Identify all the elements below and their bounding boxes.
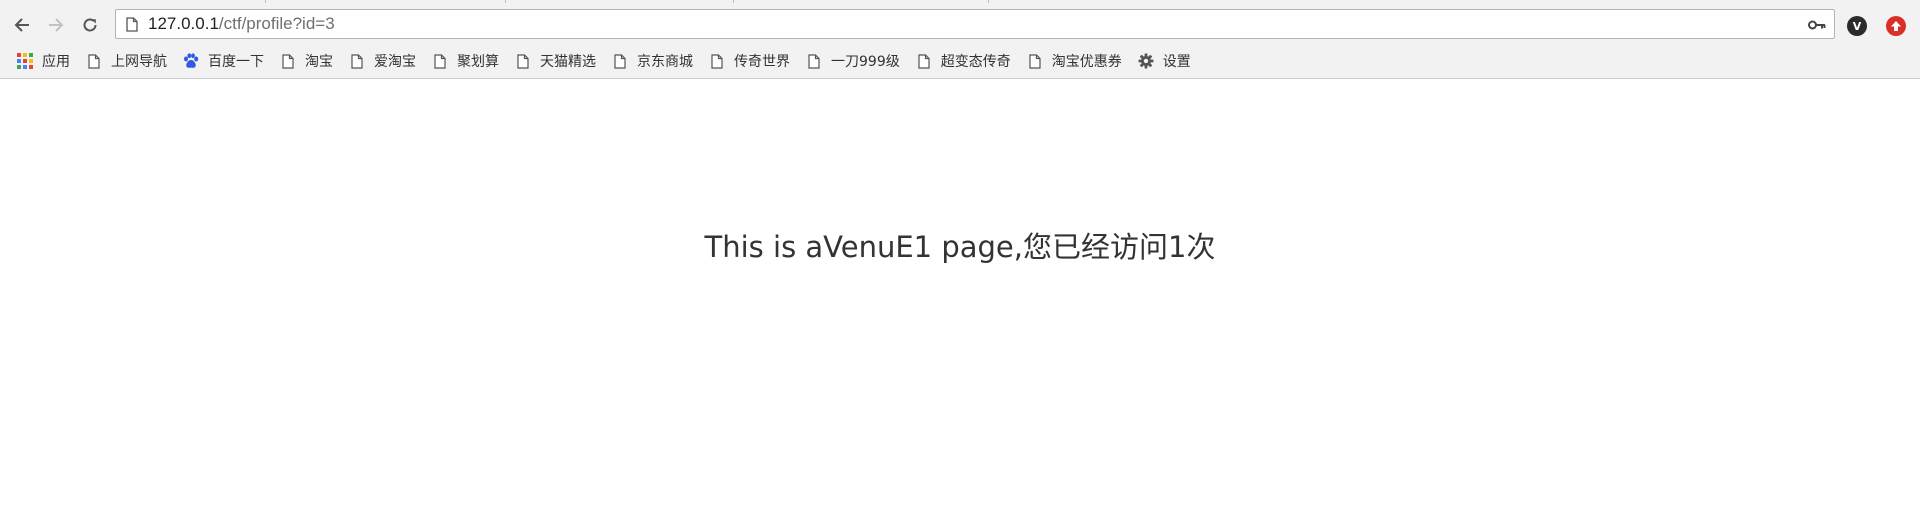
- bookmark-item[interactable]: 聚划算: [427, 48, 507, 74]
- key-icon[interactable]: [1808, 17, 1826, 36]
- browser-toolbar: 127.0.0.1/ctf/profile?id=3 V: [0, 6, 1920, 44]
- tab-separator: [988, 0, 989, 3]
- bookmark-item[interactable]: 一刀999级: [801, 48, 908, 74]
- bookmark-apps[interactable]: 应用: [12, 48, 78, 74]
- page-icon: [1026, 52, 1044, 70]
- url-text: 127.0.0.1/ctf/profile?id=3: [148, 14, 335, 34]
- baidu-paw-icon: [182, 52, 200, 70]
- red-extension-icon[interactable]: [1886, 16, 1906, 36]
- forward-button[interactable]: [40, 9, 72, 41]
- bookmark-label: 设置: [1162, 54, 1191, 70]
- bookmark-label: 爱淘宝: [374, 54, 416, 70]
- arrow-up-icon: [1891, 21, 1901, 31]
- reload-icon: [83, 18, 97, 32]
- page-heading: This is aVenuE1 page,您已经访问1次: [704, 230, 1216, 264]
- reload-button[interactable]: [74, 9, 106, 41]
- tab-separator: [733, 0, 734, 3]
- bookmark-label: 聚划算: [457, 54, 499, 70]
- bookmarks-bar: 应用 上网导航 百度一下 淘宝 爱淘宝 聚划算 天猫精选 京东商城 传奇世界 一…: [0, 44, 1920, 79]
- page-content: This is aVenuE1 page,您已经访问1次: [0, 80, 1920, 531]
- page-icon: [348, 52, 366, 70]
- apps-grid-icon: [16, 52, 34, 70]
- bookmark-label: 京东商城: [637, 54, 693, 70]
- page-icon: [805, 52, 823, 70]
- back-button[interactable]: [6, 9, 38, 41]
- back-arrow-icon: [14, 18, 29, 32]
- forward-arrow-icon: [49, 18, 64, 32]
- page-icon: [708, 52, 726, 70]
- address-bar[interactable]: 127.0.0.1/ctf/profile?id=3: [115, 9, 1835, 39]
- tab-separator: [265, 0, 266, 3]
- bookmark-label: 淘宝: [305, 54, 333, 70]
- bookmark-label: 天猫精选: [540, 54, 596, 70]
- page-icon: [514, 52, 532, 70]
- gear-icon: [1137, 52, 1155, 70]
- page-icon: [126, 16, 138, 32]
- bookmark-item[interactable]: 传奇世界: [704, 48, 798, 74]
- bookmark-item[interactable]: 天猫精选: [510, 48, 604, 74]
- bookmark-item[interactable]: 超变态传奇: [911, 48, 1019, 74]
- page-icon: [279, 52, 297, 70]
- bookmark-label: 超变态传奇: [940, 54, 1011, 70]
- bookmark-item[interactable]: 淘宝: [275, 48, 341, 74]
- page-icon: [915, 52, 933, 70]
- bookmark-item[interactable]: 爱淘宝: [344, 48, 424, 74]
- bookmark-label: 一刀999级: [831, 54, 900, 70]
- bookmark-label: 淘宝优惠券: [1051, 54, 1122, 70]
- v-extension-icon[interactable]: V: [1847, 16, 1867, 36]
- bookmark-item[interactable]: 上网导航: [81, 48, 175, 74]
- page-icon: [85, 52, 103, 70]
- bookmark-label: 传奇世界: [734, 54, 790, 70]
- bookmark-label: 百度一下: [208, 54, 264, 70]
- bookmark-settings[interactable]: 设置: [1133, 48, 1199, 74]
- bookmark-item[interactable]: 京东商城: [607, 48, 701, 74]
- bookmark-label: 上网导航: [111, 54, 167, 70]
- tab-separator: [505, 0, 506, 3]
- bookmark-item[interactable]: 淘宝优惠券: [1022, 48, 1130, 74]
- page-icon: [431, 52, 449, 70]
- url-path: /ctf/profile?id=3: [218, 14, 335, 33]
- bookmark-item[interactable]: 百度一下: [178, 48, 272, 74]
- page-icon: [611, 52, 629, 70]
- bookmark-label: 应用: [42, 54, 70, 70]
- url-host: 127.0.0.1: [148, 14, 219, 33]
